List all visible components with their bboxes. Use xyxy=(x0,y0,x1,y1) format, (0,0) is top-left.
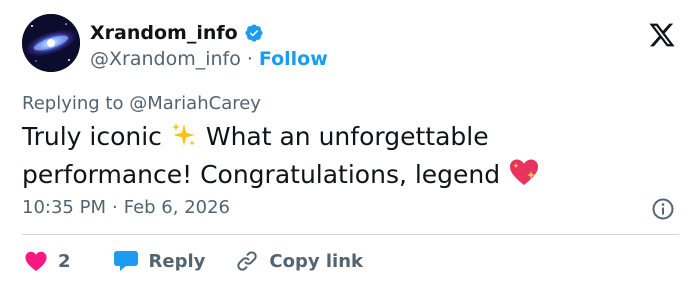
tweet-text-line2: performance! Congratulations, legend xyxy=(22,160,501,189)
author-handle-row: @Xrandom_info · Follow xyxy=(90,48,328,70)
author-avatar[interactable] xyxy=(22,14,80,72)
meta-separator: · xyxy=(111,197,118,218)
tweet-body: Truly iconic What an unforgettable perfo… xyxy=(22,121,662,195)
reply-button[interactable]: Reply xyxy=(113,249,206,273)
copy-link-button[interactable]: Copy link xyxy=(235,249,363,273)
galaxy-avatar-icon xyxy=(22,14,80,72)
tweet-header: Xrandom_info @Xrandom_info · Follow xyxy=(22,14,682,80)
tweet-text-start: Truly iconic xyxy=(22,122,162,151)
actions-divider xyxy=(22,234,679,235)
sparkling-heart-emoji-icon xyxy=(508,157,540,195)
reply-mention-link[interactable]: @MariahCarey xyxy=(129,93,261,114)
follow-button[interactable]: Follow xyxy=(259,48,328,70)
tweet-date[interactable]: Feb 6, 2026 xyxy=(124,197,230,218)
reply-prefix: Replying to xyxy=(22,93,124,114)
handle-separator: · xyxy=(246,48,253,70)
x-logo-icon[interactable] xyxy=(647,21,679,51)
tweet-actions-bar: 2 Reply Copy link xyxy=(24,247,363,275)
like-button[interactable]: 2 xyxy=(24,250,71,272)
author-display-name[interactable]: Xrandom_info xyxy=(90,22,238,44)
reply-bubble-icon xyxy=(113,251,138,271)
info-icon[interactable] xyxy=(651,197,675,221)
copy-link-label: Copy link xyxy=(269,250,363,272)
reply-context: Replying to @MariahCarey xyxy=(22,93,261,114)
reply-label: Reply xyxy=(148,250,206,272)
author-name-row: Xrandom_info xyxy=(90,22,264,44)
link-icon xyxy=(237,251,258,271)
verified-badge-icon xyxy=(244,23,264,43)
like-count: 2 xyxy=(58,250,71,272)
tweet-time[interactable]: 10:35 PM xyxy=(22,197,106,218)
author-handle[interactable]: @Xrandom_info xyxy=(90,48,241,70)
tweet-line-1: Truly iconic What an unforgettable xyxy=(22,121,662,157)
heart-icon xyxy=(25,251,47,271)
tweet-line-2: performance! Congratulations, legend xyxy=(22,157,662,195)
sparkles-emoji-icon xyxy=(170,121,198,157)
tweet-meta: 10:35 PM · Feb 6, 2026 xyxy=(22,197,230,218)
tweet-text-rest: What an unforgettable xyxy=(205,122,489,151)
